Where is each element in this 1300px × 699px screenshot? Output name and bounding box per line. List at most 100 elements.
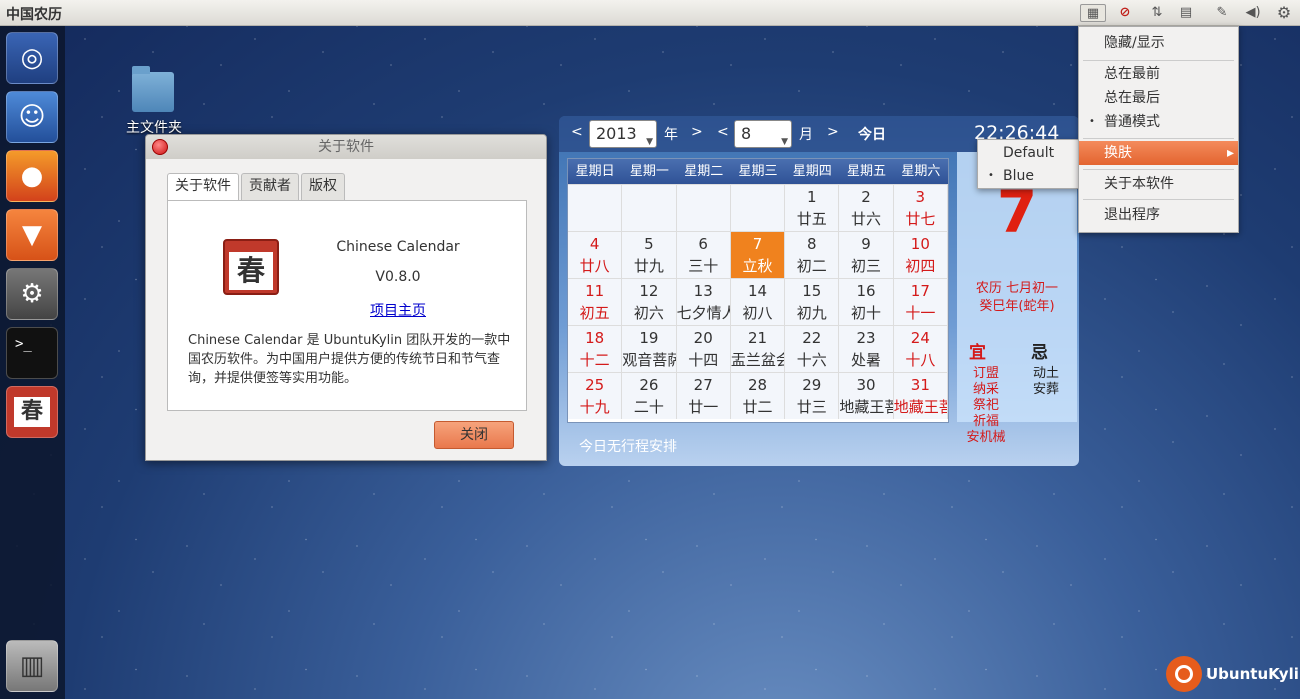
day-number: 24 — [910, 329, 930, 347]
calendar-day-cell[interactable]: 4 廿八 — [568, 232, 623, 278]
calendar-day-cell[interactable]: 15 初九 — [785, 279, 840, 325]
calendar-day-cell[interactable]: 2 廿六 — [839, 185, 894, 231]
menu-item-toggle[interactable]: 隐藏/显示 — [1079, 31, 1238, 55]
lunar-day: 廿三 — [796, 398, 827, 416]
trash-icon[interactable]: ▥ — [6, 640, 58, 692]
bluetooth-icon[interactable]: ✎ — [1212, 4, 1232, 22]
menu-item-always-top[interactable]: 总在最前 — [1079, 62, 1238, 86]
calendar-day-cell[interactable]: 3 廿七 — [893, 185, 948, 231]
clipboard-icon[interactable]: ▤ — [1176, 4, 1196, 22]
lunar-day: 处暑 — [851, 351, 882, 369]
chinese-calendar-icon[interactable]: 春 — [6, 386, 58, 438]
lunar-day: 廿五 — [796, 210, 827, 228]
weekday-header-cell: 星期日 — [575, 164, 615, 179]
day-number: 11 — [585, 282, 605, 300]
files-icon[interactable]: ☺ — [6, 91, 58, 143]
calendar-day-cell[interactable]: 30 地藏王菩萨圣 — [839, 373, 894, 419]
calendar-day-cell[interactable]: 29 廿三 — [785, 373, 840, 419]
lunar-day: 七夕情人节 — [676, 304, 730, 322]
top-panel: 中国农历 ▦ ⊘ ⇅ ▤ ✎ ◀) ⚙ — [0, 0, 1300, 26]
tab-contributors[interactable]: 贡献者 — [241, 173, 299, 200]
calendar-indicator-icon[interactable]: ▦ — [1080, 4, 1106, 22]
calendar-day-cell[interactable]: 5 廿九 — [622, 232, 677, 278]
calendar-week-row: 11 初五 12 初六 13 七夕情人节 14 初八 15 初九 16 初十 17 十一 — [568, 278, 948, 325]
calendar-day-cell[interactable]: 17 十一 — [893, 279, 948, 325]
year-select[interactable]: 2013 ▼ — [589, 120, 657, 148]
project-homepage-link[interactable]: 项目主页 — [318, 300, 478, 320]
prev-year-button[interactable]: < — [571, 124, 583, 140]
menu-item-quit[interactable]: 退出程序 — [1079, 203, 1238, 227]
close-icon[interactable]: x — [152, 139, 168, 155]
prev-month-button[interactable]: < — [717, 124, 729, 140]
calendar-day-cell[interactable]: 8 初二 — [785, 232, 840, 278]
firefox-icon[interactable]: ● — [6, 150, 58, 202]
menu-item-skin[interactable]: 换肤 ▸ — [1079, 141, 1238, 165]
calendar-day-cell[interactable]: 12 初六 — [622, 279, 677, 325]
gear-icon[interactable]: ⚙ — [1274, 4, 1294, 22]
yi-item: 祭祀 — [972, 398, 999, 413]
tab-about[interactable]: 关于软件 — [167, 173, 239, 201]
today-button[interactable]: 今日 — [858, 124, 886, 144]
next-year-button[interactable]: > — [691, 124, 703, 140]
calendar-day-cell — [568, 185, 623, 231]
ji-item: 动土 — [1032, 366, 1059, 381]
ubuntu-dash-icon[interactable]: ◎ — [6, 32, 58, 84]
day-number: 17 — [910, 282, 930, 300]
calendar-day-cell[interactable]: 20 十四 — [676, 326, 731, 372]
calendar-day-cell[interactable]: 21 盂兰盆会 普 — [730, 326, 786, 372]
close-button[interactable]: 关闭 — [434, 421, 514, 449]
next-month-button[interactable]: > — [827, 124, 839, 140]
tab-copyright[interactable]: 版权 — [301, 173, 345, 200]
ubuntukylin-icon[interactable]: ⊘ — [1115, 4, 1135, 22]
day-number: 31 — [910, 376, 930, 394]
menu-item-skin-blue[interactable]: • Blue — [978, 164, 1078, 188]
calendar-day-cell[interactable]: 7 立秋 — [730, 232, 786, 278]
calendar-day-cell[interactable]: 16 初十 — [839, 279, 894, 325]
calendar-day-cell[interactable]: 13 七夕情人节 — [676, 279, 731, 325]
calendar-day-cell[interactable]: 22 十六 — [785, 326, 840, 372]
dialog-titlebar[interactable]: x 关于软件 — [146, 135, 546, 159]
weekday-header: 星期日 星期一 星期二 星期三 星期四 星期五 星期六 — [568, 159, 948, 184]
calendar-day-cell[interactable]: 18 十二 — [568, 326, 623, 372]
day-number: 20 — [693, 329, 713, 347]
calendar-day-cell[interactable]: 23 处暑 — [839, 326, 894, 372]
calendar-day-cell[interactable]: 9 初三 — [839, 232, 894, 278]
calendar-day-cell[interactable]: 19 观音菩萨圣诞 佛 — [622, 326, 677, 372]
day-number: 28 — [747, 376, 768, 394]
calendar-day-cell[interactable]: 11 初五 — [568, 279, 623, 325]
menu-item-normal-mode[interactable]: • 普通模式 — [1079, 110, 1238, 134]
calendar-body: 1 廿五 2 廿六 3 廿七 4 廿八 5 廿九 6 三十 7 立秋 8 初二 9 初三 10 初四 11 初五 12 初六 1… — [568, 184, 948, 419]
software-center-icon[interactable]: ▼ — [6, 209, 58, 261]
month-unit-label: 月 — [799, 127, 813, 143]
lunar-day: 初四 — [905, 257, 936, 275]
menu-separator — [1083, 199, 1234, 200]
menu-item-about[interactable]: 关于本软件 — [1079, 172, 1238, 196]
volume-icon[interactable]: ◀) — [1242, 4, 1264, 22]
day-number: 19 — [639, 329, 659, 347]
terminal-icon[interactable]: >_ — [6, 327, 58, 379]
month-select[interactable]: 8 ▼ — [734, 120, 792, 148]
network-icon[interactable]: ⇅ — [1146, 4, 1168, 22]
lunar-date: 农历 七月初一 癸巳年(蛇年) — [975, 281, 1059, 314]
menu-item-always-bottom[interactable]: 总在最后 — [1079, 86, 1238, 110]
calendar-day-cell[interactable]: 24 十八 — [893, 326, 948, 372]
calendar-day-cell[interactable]: 10 初四 — [893, 232, 948, 278]
calendar-day-cell[interactable]: 1 廿五 — [785, 185, 840, 231]
lunar-day: 十九 — [579, 398, 610, 416]
calendar-day-cell[interactable]: 25 十九 — [568, 373, 623, 419]
calendar-week-row: 4 廿八 5 廿九 6 三十 7 立秋 8 初二 9 初三 10 初四 — [568, 231, 948, 278]
calendar-day-cell[interactable]: 31 地藏王菩萨圣 — [893, 373, 948, 419]
calendar-day-cell[interactable]: 26 二十 — [622, 373, 677, 419]
calendar-day-cell[interactable]: 27 廿一 — [676, 373, 731, 419]
day-number: 10 — [910, 235, 930, 253]
calendar-day-cell[interactable]: 28 廿二 — [730, 373, 786, 419]
lunar-day: 三十 — [688, 257, 719, 275]
calendar-day-cell[interactable]: 14 初八 — [730, 279, 786, 325]
day-number: 8 — [806, 235, 817, 253]
menu-item-skin-default[interactable]: Default — [978, 141, 1078, 165]
calendar-day-cell[interactable]: 6 三十 — [676, 232, 731, 278]
lunar-day: 地藏王菩萨圣 — [893, 398, 947, 416]
system-settings-icon[interactable]: ⚙ — [6, 268, 58, 320]
home-folder-icon[interactable] — [132, 66, 174, 112]
day-number: 27 — [693, 376, 713, 394]
